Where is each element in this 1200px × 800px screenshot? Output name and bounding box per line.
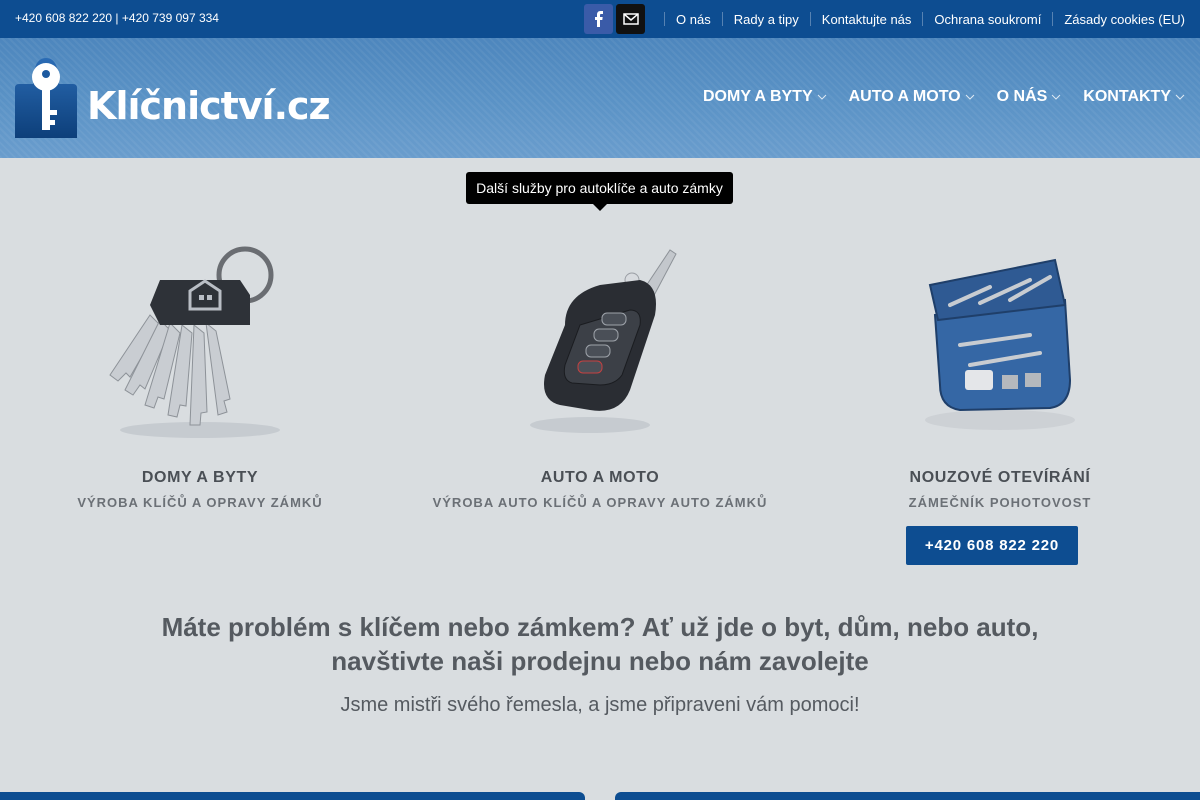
house-keys-image bbox=[90, 225, 310, 445]
nav-label: DOMY A BYTY bbox=[702, 88, 813, 105]
cta-headline: Máte problém s klíčem nebo zámkem? Ať už… bbox=[100, 610, 1100, 678]
divider bbox=[721, 12, 723, 26]
main-nav: DOMY A BYTY AUTO A MOTO O NÁS KONTAKTY bbox=[681, 88, 1185, 106]
divider bbox=[1052, 12, 1054, 26]
bottom-divider-left bbox=[0, 792, 585, 800]
nav-o-nas[interactable]: O NÁS bbox=[997, 88, 1062, 106]
email-button[interactable] bbox=[616, 4, 646, 34]
top-link-kontaktujte-nas[interactable]: Kontaktujte nás bbox=[822, 12, 912, 27]
top-links: O nás Rady a tipy Kontaktujte nás Ochran… bbox=[653, 12, 1185, 27]
nav-label: KONTAKTY bbox=[1083, 88, 1171, 105]
divider bbox=[664, 12, 666, 26]
mail-icon bbox=[622, 13, 639, 25]
facebook-button[interactable] bbox=[584, 4, 614, 34]
service-title: AUTO A MOTO bbox=[540, 469, 660, 486]
cta-subline: Jsme mistři svého řemesla, a jsme připra… bbox=[340, 694, 860, 716]
top-link-rady-a-tipy[interactable]: Rady a tipy bbox=[734, 12, 799, 27]
car-key-fob-image bbox=[490, 225, 710, 445]
call-button[interactable]: +420 608 822 220 bbox=[906, 526, 1078, 565]
service-subtitle: VÝROBA KLÍČŮ A OPRAVY ZÁMKŮ bbox=[77, 495, 323, 510]
top-link-ochrana-soukromi[interactable]: Ochrana soukromí bbox=[934, 12, 1041, 27]
chevron-down-icon bbox=[817, 94, 826, 100]
cta-headline-line1: Máte problém s klíčem nebo zámkem? Ať už… bbox=[161, 612, 1039, 642]
site-logo[interactable]: Klíčnictví.cz bbox=[15, 58, 331, 138]
key-logo-icon bbox=[15, 58, 77, 138]
nav-label: AUTO A MOTO bbox=[848, 88, 961, 105]
top-link-o-nas[interactable]: O nás bbox=[676, 12, 711, 27]
divider bbox=[809, 12, 811, 26]
logo-text: Klíčnictví.cz bbox=[87, 84, 331, 128]
bottom-divider bbox=[0, 792, 1200, 800]
nav-label: O NÁS bbox=[996, 88, 1048, 105]
nav-domy-a-byty[interactable]: DOMY A BYTY bbox=[703, 88, 827, 106]
service-subtitle: VÝROBA AUTO KLÍČŮ A OPRAVY AUTO ZÁMKŮ bbox=[432, 495, 768, 510]
service-domy-a-byty[interactable]: DOMY A BYTY VÝROBA KLÍČŮ A OPRAVY ZÁMKŮ bbox=[0, 225, 400, 510]
cta-headline-line2: navštivte naši prodejnu nebo nám zavolej… bbox=[331, 646, 869, 676]
nav-kontakty[interactable]: KONTAKTY bbox=[1083, 88, 1185, 106]
top-bar: +420 608 822 220 | +420 739 097 334 O ná… bbox=[0, 0, 1200, 38]
service-auto-a-moto[interactable]: AUTO A MOTO VÝROBA AUTO KLÍČŮ A OPRAVY A… bbox=[400, 225, 800, 510]
service-subtitle: ZÁMEČNÍK POHOTOVOST bbox=[908, 495, 1092, 510]
tooltip: Další služby pro autoklíče a auto zámky bbox=[466, 172, 733, 211]
site-header: Klíčnictví.cz DOMY A BYTY AUTO A MOTO O … bbox=[0, 38, 1200, 158]
chevron-down-icon bbox=[965, 94, 974, 100]
service-title: NOUZOVÉ OTEVÍRÁNÍ bbox=[909, 469, 1091, 486]
facebook-icon bbox=[594, 11, 603, 27]
chevron-down-icon bbox=[1051, 94, 1061, 100]
top-bar-right: O nás Rady a tipy Kontaktujte nás Ochran… bbox=[584, 4, 1185, 34]
divider bbox=[922, 12, 924, 26]
contact-phones: +420 608 822 220 | +420 739 097 334 bbox=[15, 11, 219, 25]
toolbox-image bbox=[890, 225, 1110, 445]
nav-auto-a-moto[interactable]: AUTO A MOTO bbox=[849, 88, 975, 106]
top-link-zasady-cookies[interactable]: Zásady cookies (EU) bbox=[1064, 12, 1185, 27]
service-nouzove-otevirani[interactable]: NOUZOVÉ OTEVÍRÁNÍ ZÁMEČNÍK POHOTOVOST +4… bbox=[800, 225, 1200, 565]
service-title: DOMY A BYTY bbox=[141, 469, 259, 486]
bottom-divider-right bbox=[615, 792, 1200, 800]
chevron-down-icon bbox=[1175, 94, 1185, 100]
